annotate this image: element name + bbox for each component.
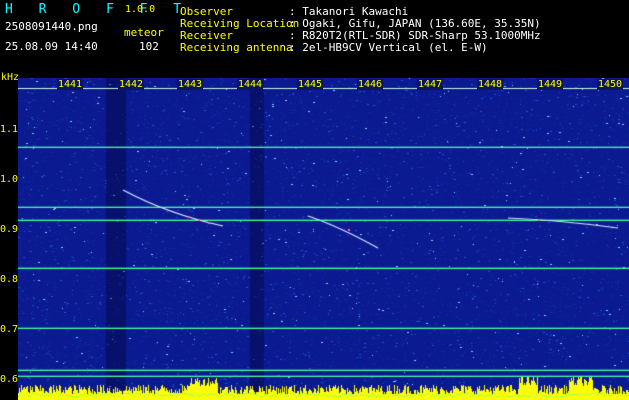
y-tick: 1.1 (0, 124, 19, 135)
y-tick: 1.0 (0, 174, 19, 185)
x-tick: 1446 (357, 79, 384, 90)
x-tick: 1442 (118, 79, 145, 90)
file-name: 2508091440.png (5, 20, 98, 33)
x-tick: 1445 (297, 79, 324, 90)
meteor-label: meteor (124, 26, 164, 39)
file-datetime: 25.08.09 14:40 (5, 40, 98, 53)
x-tick: 1448 (477, 79, 504, 90)
app-logo: H R O F F T (5, 2, 191, 17)
x-tick: 1443 (177, 79, 204, 90)
meteor-count: 102 (139, 40, 159, 53)
x-tick: 1444 (237, 79, 264, 90)
header-panel: H R O F F T 1.0.0 2508091440.png 25.08.0… (0, 0, 629, 68)
axis-unit: kHz (1, 72, 20, 83)
y-tick: 0.8 (0, 274, 19, 285)
x-tick: 1441 (57, 79, 84, 90)
info-key-antenna: Receiving antenna (180, 41, 293, 54)
y-tick: 0.7 (0, 324, 19, 335)
x-tick: 1449 (537, 79, 564, 90)
spectrogram-waterfall (18, 78, 629, 400)
x-tick: 1447 (417, 79, 444, 90)
x-tick: 1450 (597, 79, 624, 90)
y-tick: 0.6 (0, 374, 19, 385)
app-version: 1.0.0 (125, 4, 156, 15)
y-tick: 0.9 (0, 224, 19, 235)
info-value-antenna: : 2el-HB9CV Vertical (el. E-W) (289, 41, 488, 54)
